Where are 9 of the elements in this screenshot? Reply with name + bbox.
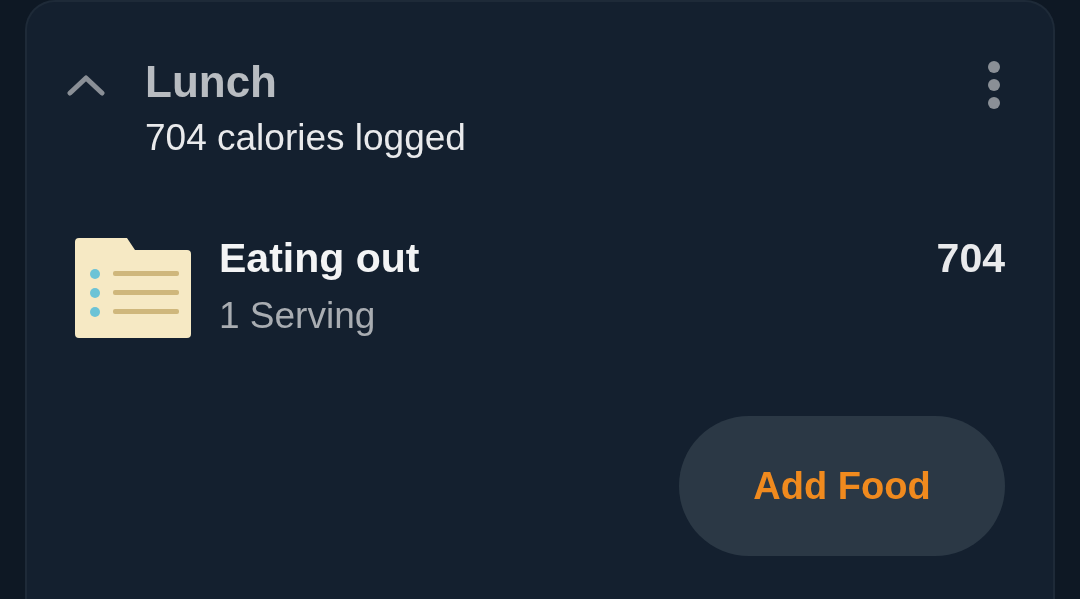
folder-list-icon [73,236,193,340]
more-options-icon[interactable] [986,60,1002,110]
meal-title: Lunch [145,56,278,108]
calories-logged: 704 calories logged [145,116,467,160]
food-name: Eating out [219,234,421,283]
food-calories: 704 [936,234,1005,283]
serving-size: 1 Serving [219,294,377,338]
chevron-up-icon[interactable] [67,74,105,96]
add-food-button[interactable]: Add Food [679,416,1005,556]
